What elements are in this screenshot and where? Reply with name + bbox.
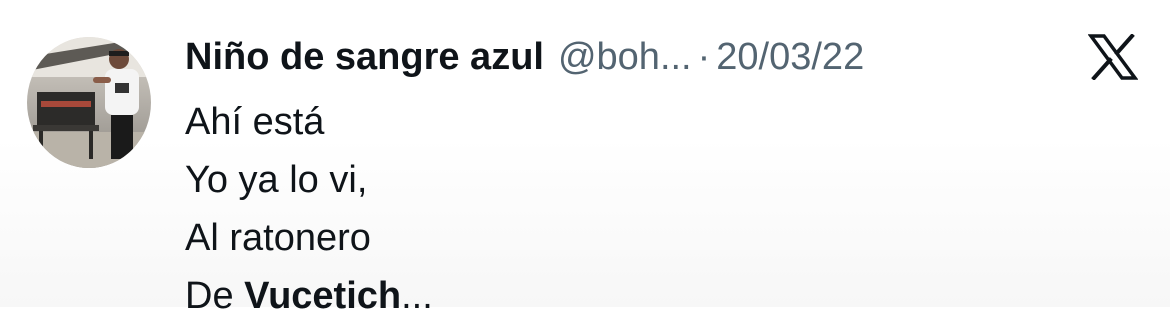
- tweet-line-2: Yo ya lo vi,: [185, 159, 368, 201]
- avatar-photo: [27, 37, 151, 168]
- tweet-line-3: Al ratonero: [185, 217, 371, 259]
- tweet-line-4-bold: Vucetich: [244, 275, 402, 317]
- tweet-card[interactable]: Niño de sangre azul @boh... · 20/03/22 A…: [0, 0, 1170, 317]
- tweet-line-4: De Vucetich...: [185, 267, 433, 325]
- tweet-line-4-prefix: De: [185, 275, 245, 317]
- avatar[interactable]: [27, 37, 151, 168]
- tweet-line-1: Ahí está: [185, 101, 325, 143]
- display-name[interactable]: Niño de sangre azul: [185, 36, 544, 79]
- tweet-text: Ahí está Yo ya lo vi, Al ratonero De Vuc…: [185, 93, 433, 325]
- separator-dot: ·: [697, 35, 711, 78]
- user-handle[interactable]: @boh...: [558, 36, 692, 79]
- tweet-date[interactable]: 20/03/22: [716, 36, 864, 79]
- x-logo-icon[interactable]: [1086, 32, 1140, 82]
- tweet-line-4-suffix: ...: [401, 275, 433, 317]
- x-logo-glyph: [1088, 34, 1138, 80]
- tweet-header: Niño de sangre azul @boh... · 20/03/22: [185, 32, 864, 82]
